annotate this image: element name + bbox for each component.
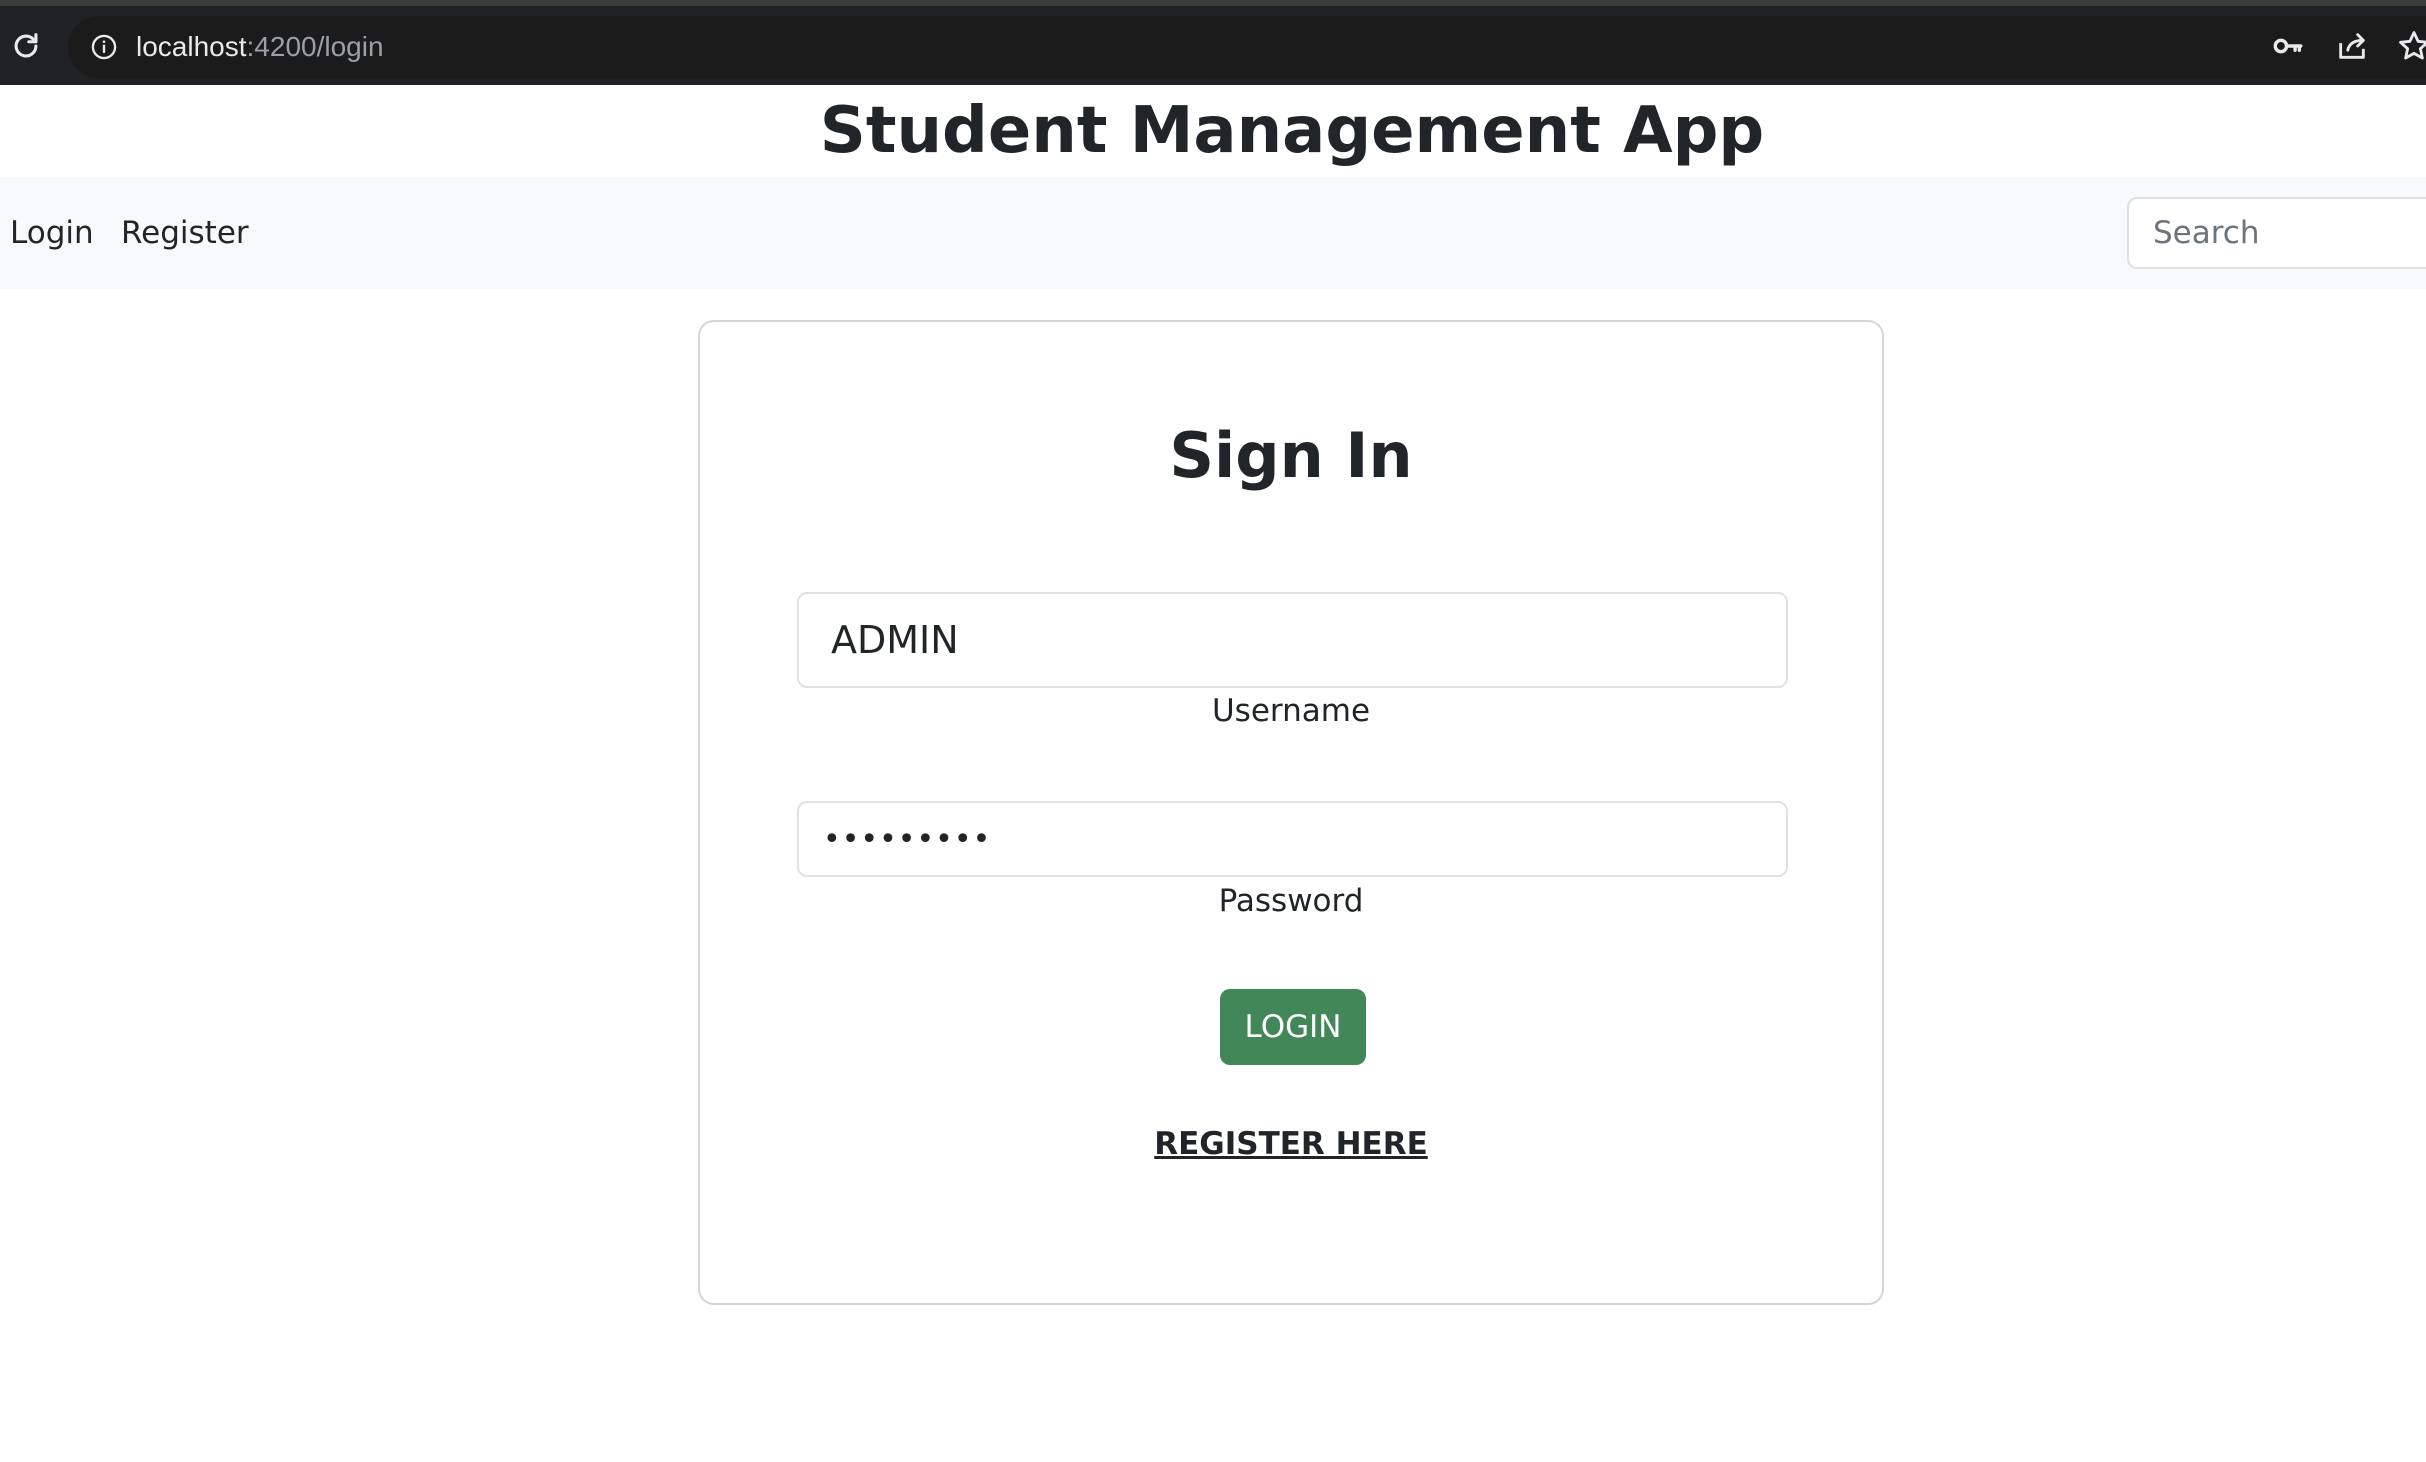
- star-icon[interactable]: [2396, 28, 2426, 64]
- nav-register-link[interactable]: Register: [121, 177, 249, 289]
- register-here-link[interactable]: REGISTER HERE: [700, 1122, 1882, 1166]
- password-label: Password: [1218, 883, 1364, 919]
- app-title: Student Management App: [819, 94, 1765, 168]
- password-input[interactable]: [797, 801, 1788, 877]
- nav-login-link[interactable]: Login: [10, 177, 94, 289]
- url-path: :4200/login: [246, 31, 384, 62]
- address-bar[interactable]: localhost:4200/login: [68, 16, 2426, 78]
- username-label: Username: [1211, 693, 1371, 729]
- navbar: Login Register: [0, 177, 2426, 289]
- share-icon[interactable]: [2334, 28, 2370, 64]
- key-icon[interactable]: [2270, 28, 2306, 64]
- signin-card: Sign In Username Password LOGIN REGISTER…: [698, 320, 1884, 1305]
- browser-toolbar-inner: localhost:4200/login: [0, 6, 2426, 85]
- username-input[interactable]: [797, 592, 1788, 688]
- url-text[interactable]: localhost:4200/login: [136, 16, 384, 78]
- info-icon[interactable]: [90, 33, 118, 61]
- login-button[interactable]: LOGIN: [1220, 989, 1366, 1065]
- browser-toolbar: localhost:4200/login: [0, 0, 2426, 85]
- search-input[interactable]: [2127, 197, 2426, 269]
- signin-title: Sign In: [1169, 419, 1413, 492]
- reload-icon[interactable]: [4, 24, 48, 68]
- url-host: localhost: [136, 31, 247, 62]
